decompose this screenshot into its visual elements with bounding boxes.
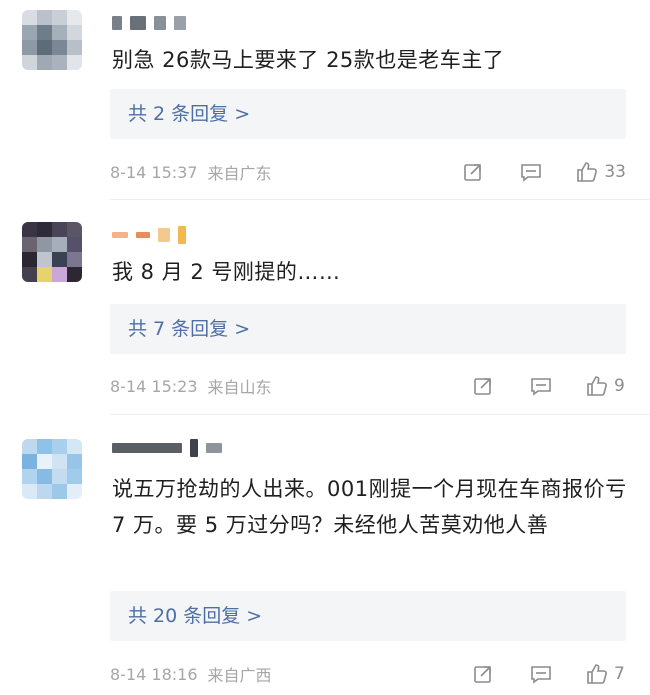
timestamp: 8-14 15:37 <box>110 162 198 182</box>
like-count: 9 <box>614 376 625 396</box>
timestamp: 8-14 18:16 <box>110 664 198 684</box>
username-blurred[interactable] <box>112 439 222 457</box>
location-label: 来自广东 <box>207 164 272 183</box>
timestamp: 8-14 15:23 <box>110 376 198 396</box>
like-icon[interactable] <box>584 374 610 398</box>
avatar[interactable] <box>22 222 82 282</box>
avatar[interactable] <box>22 10 82 70</box>
share-icon[interactable] <box>470 662 496 686</box>
share-icon[interactable] <box>460 160 486 184</box>
avatar[interactable] <box>22 439 82 499</box>
comment-meta: 8-14 18:16 来自广西 7 <box>110 662 626 686</box>
location-label: 来自山东 <box>207 378 272 397</box>
comment-text: 别急 26款马上要来了 25款也是老车主了 <box>112 48 505 72</box>
view-replies-link[interactable]: 共 2 条回复 > <box>110 89 626 139</box>
comment-icon[interactable] <box>518 160 544 184</box>
comment-text: 我 8 月 2 号刚提的…… <box>112 260 341 284</box>
comment-item: 说五万抢劫的人出来。001刚提一个月现在车商报价亏 7 万。要 5 万过分吗？未… <box>0 415 650 695</box>
comment-item: 我 8 月 2 号刚提的…… 共 7 条回复 > 8-14 15:23 来自山东… <box>0 200 650 415</box>
like-icon[interactable] <box>574 160 600 184</box>
location-label: 来自广西 <box>207 666 272 685</box>
comment-icon[interactable] <box>528 662 554 686</box>
view-replies-link[interactable]: 共 20 条回复 > <box>110 591 626 641</box>
share-icon[interactable] <box>470 374 496 398</box>
like-count: 33 <box>604 162 626 182</box>
comment-text: 说五万抢劫的人出来。001刚提一个月现在车商报价亏 7 万。要 5 万过分吗？未… <box>112 477 627 537</box>
like-count: 7 <box>614 664 625 684</box>
comment-icon[interactable] <box>528 374 554 398</box>
comment-item: 别急 26款马上要来了 25款也是老车主了 共 2 条回复 > 8-14 15:… <box>0 0 650 200</box>
comment-actions: 7 <box>470 662 626 686</box>
comment-meta: 8-14 15:37 来自广东 33 <box>110 160 626 184</box>
view-replies-link[interactable]: 共 7 条回复 > <box>110 304 626 354</box>
username-blurred[interactable] <box>112 14 186 32</box>
like-icon[interactable] <box>584 662 610 686</box>
comment-actions: 33 <box>460 160 626 184</box>
username-blurred[interactable] <box>112 226 186 244</box>
comment-meta: 8-14 15:23 来自山东 9 <box>110 374 626 398</box>
comment-actions: 9 <box>470 374 626 398</box>
